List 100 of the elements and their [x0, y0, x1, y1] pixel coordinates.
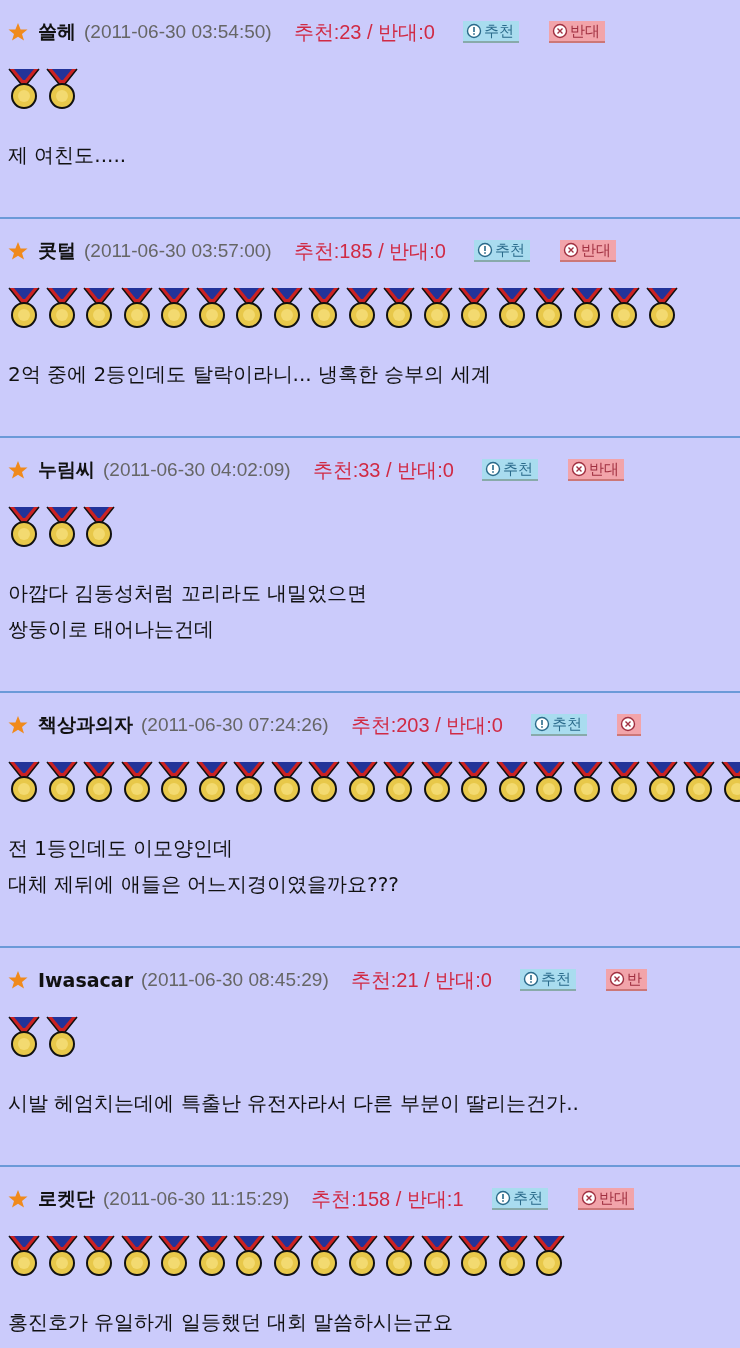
comment-date: (2011-06-30 08:45:29) — [141, 969, 329, 991]
medal-icon — [608, 287, 640, 329]
comment-date: (2011-06-30 03:57:00) — [84, 240, 272, 262]
oppose-button[interactable]: 반대 — [559, 240, 616, 262]
medal-icon — [233, 287, 265, 329]
medal-icon — [158, 287, 190, 329]
oppose-button[interactable]: 반 — [605, 969, 647, 991]
vote-count: 추천:33 / 반대:0 — [312, 457, 454, 483]
medal-icon — [83, 287, 115, 329]
comment-text: 2억 중에 2등인데도 탈락이라니... 냉혹한 승부의 세계 — [8, 361, 492, 388]
comment-text: 제 여친도..... — [8, 142, 128, 169]
medal-icon — [158, 761, 190, 803]
medal-icon — [83, 761, 115, 803]
vote-count: 추천:21 / 반대:0 — [350, 967, 492, 993]
medal-icon — [83, 1235, 115, 1277]
medal-icon — [495, 287, 528, 329]
medal-icon — [45, 287, 78, 329]
oppose-button[interactable]: 반대 — [577, 1188, 634, 1210]
recommend-button[interactable]: 추천 — [519, 969, 576, 991]
medal-icon — [383, 287, 415, 329]
medal-icon — [233, 761, 265, 803]
author-name: 쏠헤 — [38, 19, 76, 44]
medal-icon — [458, 287, 490, 329]
cross-icon — [619, 716, 636, 732]
medal-icon — [270, 761, 303, 803]
comment-date: (2011-06-30 11:15:29) — [103, 1188, 290, 1210]
medal-icon — [383, 1235, 415, 1277]
author-name: 책상과의자 — [38, 712, 133, 737]
medal-icon — [533, 761, 565, 803]
cross-icon — [580, 1190, 597, 1206]
cross-icon — [551, 23, 568, 39]
author-name: Iwasacar — [38, 969, 134, 991]
medal-icon — [383, 761, 415, 803]
medal-icon — [120, 761, 153, 803]
recommend-button[interactable]: 추천 — [530, 714, 587, 736]
cross-icon — [570, 461, 587, 477]
medal-icon — [308, 1235, 340, 1277]
medal-icon — [345, 761, 378, 803]
medal-icon — [533, 287, 565, 329]
medal-icon — [420, 1235, 453, 1277]
medal-icon — [45, 761, 78, 803]
medal-icon — [8, 761, 40, 803]
recommend-button[interactable]: 추천 — [473, 240, 530, 262]
vote-count: 추천:158 / 반대:1 — [311, 1186, 464, 1212]
medal-icon — [345, 1235, 378, 1277]
cross-icon — [562, 242, 579, 258]
recommend-button[interactable]: 추천 — [491, 1188, 548, 1210]
medal-icon — [233, 1235, 265, 1277]
medal-icon — [8, 1235, 40, 1277]
medal-icon — [458, 1235, 490, 1277]
comment-date: (2011-06-30 03:54:50) — [84, 21, 272, 43]
oppose-button[interactable]: 반대 — [548, 21, 605, 43]
star-icon — [8, 970, 28, 990]
medal-icon — [45, 1235, 78, 1277]
medal-icon — [195, 287, 228, 329]
medal-icon — [270, 1235, 303, 1277]
recommend-button[interactable]: 추천 — [481, 459, 538, 481]
medal-icon — [158, 1235, 190, 1277]
info-icon — [465, 23, 482, 39]
medal-icon — [45, 506, 78, 548]
medal-icon — [8, 506, 40, 548]
medal-icon — [195, 761, 228, 803]
recommend-button[interactable]: 추천 — [462, 21, 519, 43]
medal-icon — [683, 761, 715, 803]
author-name: 로켓단 — [38, 1186, 95, 1211]
info-icon — [484, 461, 501, 477]
medal-icon — [120, 1235, 153, 1277]
comment-date: (2011-06-30 04:02:09) — [103, 459, 291, 481]
author-name: 누림씨 — [38, 457, 95, 482]
medal-icon — [120, 287, 153, 329]
medal-icon — [45, 68, 78, 110]
star-icon — [8, 1189, 28, 1209]
vote-count: 추천:23 / 반대:0 — [293, 19, 435, 45]
oppose-button[interactable] — [616, 714, 641, 736]
star-icon — [8, 241, 28, 261]
medal-icon — [458, 761, 490, 803]
medal-icon — [495, 761, 528, 803]
medal-icon — [495, 1235, 528, 1277]
medal-icon — [533, 1235, 565, 1277]
medal-icon — [8, 287, 40, 329]
vote-count: 추천:185 / 반대:0 — [293, 238, 446, 264]
medal-icon — [308, 287, 340, 329]
star-icon — [8, 460, 28, 480]
medal-icon — [308, 761, 340, 803]
comment-text: 홍진호가 유일하게 일등했던 대회 말씀하시는군요 — [8, 1309, 455, 1336]
medal-icon — [45, 1016, 78, 1058]
oppose-button[interactable]: 반대 — [567, 459, 624, 481]
medal-icon — [8, 1016, 40, 1058]
info-icon — [533, 716, 550, 732]
author-name: 콧털 — [38, 238, 76, 263]
medal-icon — [570, 761, 603, 803]
star-icon — [8, 715, 28, 735]
star-icon — [8, 22, 28, 42]
medal-icon — [420, 761, 453, 803]
comment-date: (2011-06-30 07:24:26) — [141, 714, 329, 736]
medal-icon — [608, 761, 640, 803]
medal-icon — [270, 287, 303, 329]
medal-icon — [570, 287, 603, 329]
cross-icon — [608, 971, 625, 987]
info-icon — [522, 971, 539, 987]
